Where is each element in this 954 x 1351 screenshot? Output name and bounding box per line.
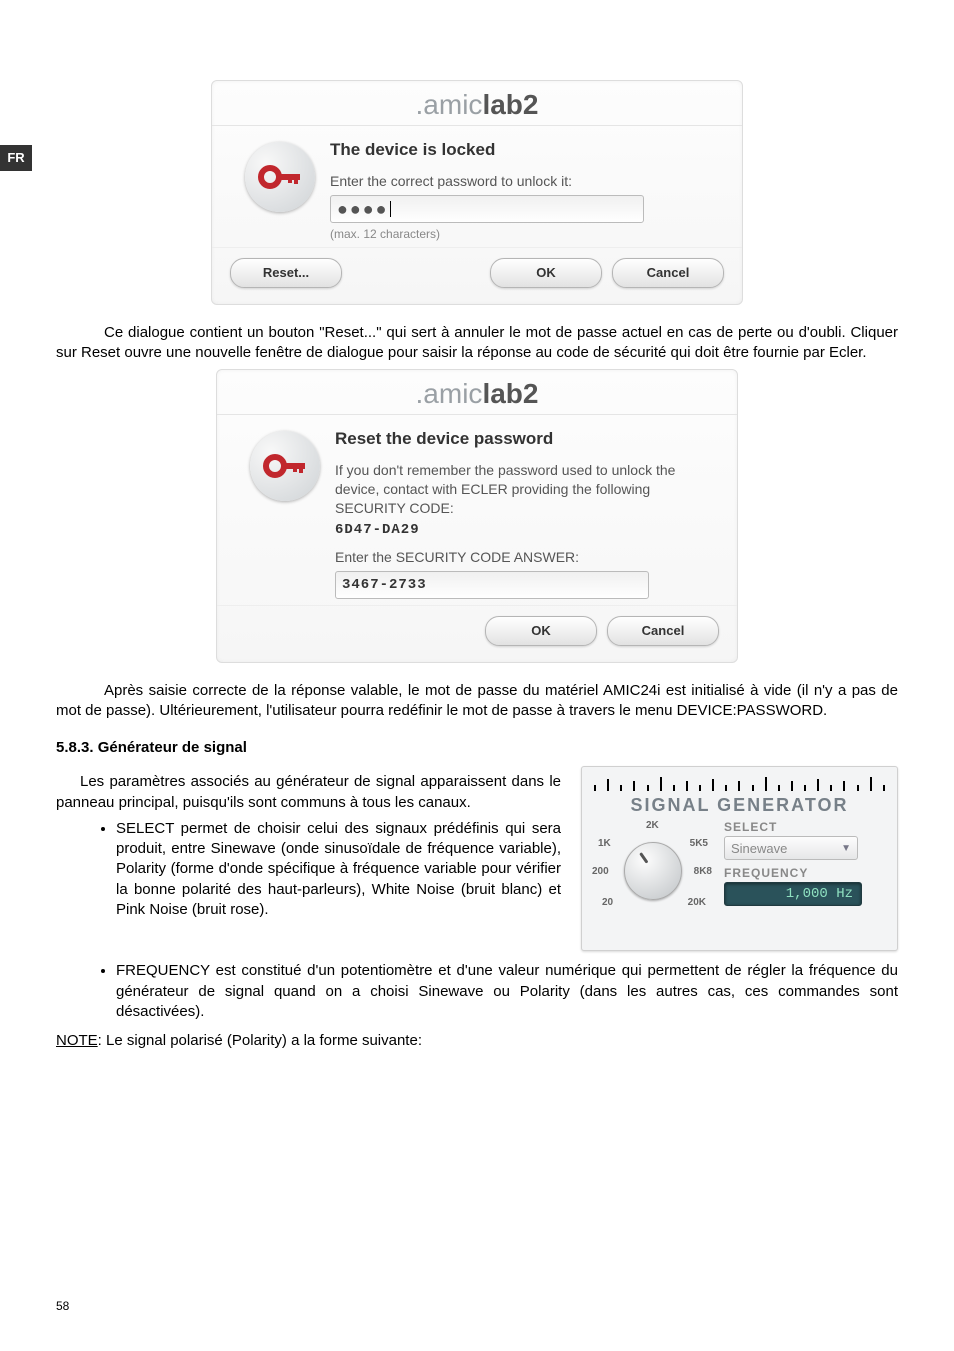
tick-5k5: 5K5	[690, 838, 708, 849]
dialog-text: If you don't remember the password used …	[335, 461, 719, 518]
select-label: SELECT	[724, 820, 887, 834]
ok-button[interactable]: OK	[485, 616, 597, 646]
signal-generator-panel: SIGNAL GENERATOR 2K 1K 5K5 200 8K8 20 20…	[581, 766, 898, 951]
password-value: ●●●●	[337, 200, 389, 218]
tick-200: 200	[592, 866, 609, 877]
note-text: : Le signal polarisé (Polarity) a la for…	[98, 1032, 422, 1049]
brand-bold: lab2	[482, 89, 538, 120]
cancel-button[interactable]: Cancel	[607, 616, 719, 646]
bullet-select: SELECT permet de choisir celui des signa…	[116, 819, 561, 920]
tick-20: 20	[602, 897, 613, 908]
select-value: Sinewave	[731, 841, 787, 856]
tick-2k: 2K	[646, 820, 659, 831]
password-input[interactable]: ●●●●	[330, 195, 644, 223]
cancel-button[interactable]: Cancel	[612, 258, 724, 288]
paragraph-2: Après saisie correcte de la réponse vala…	[56, 681, 898, 722]
signal-select[interactable]: Sinewave ▼	[724, 836, 858, 860]
dialog-prompt: Enter the correct password to unlock it:	[330, 172, 724, 191]
reset-password-dialog: .amiclab2 Reset the device password If y…	[216, 369, 738, 663]
panel-title: SIGNAL GENERATOR	[592, 795, 887, 816]
frequency-display[interactable]: 1,000 Hz	[724, 882, 862, 906]
key-icon	[245, 142, 315, 212]
tick-8k8: 8K8	[694, 866, 712, 877]
dialog-heading: Reset the device password	[335, 429, 719, 449]
ok-button[interactable]: OK	[490, 258, 602, 288]
security-code-value: 6D47-DA29	[335, 522, 719, 538]
paragraph-3: Les paramètres associés au générateur de…	[56, 772, 561, 813]
section-heading: 5.8.3. Générateur de signal	[56, 739, 898, 756]
note-label: NOTE	[56, 1032, 98, 1049]
frequency-knob[interactable]	[624, 842, 682, 900]
paragraph-1: Ce dialogue contient un bouton "Reset...…	[56, 323, 898, 364]
password-hint: (max. 12 characters)	[330, 227, 724, 241]
tick-20k: 20K	[688, 897, 706, 908]
dialog-brand: .amiclab2	[212, 81, 742, 126]
dialog-heading: The device is locked	[330, 140, 724, 160]
note-line: NOTE: Le signal polarisé (Polarity) a la…	[56, 1032, 898, 1049]
frequency-label: FREQUENCY	[724, 866, 887, 880]
unlock-dialog: .amiclab2 The device is locked Enter the…	[211, 80, 743, 305]
scale-ruler	[592, 773, 887, 791]
chevron-down-icon: ▼	[841, 843, 851, 854]
dialog-brand: .amiclab2	[217, 370, 737, 415]
reset-button[interactable]: Reset...	[230, 258, 342, 288]
answer-label: Enter the SECURITY CODE ANSWER:	[335, 548, 719, 567]
page-number: 58	[56, 1299, 69, 1313]
tick-1k: 1K	[598, 838, 611, 849]
bullet-frequency: FREQUENCY est constitué d'un potentiomèt…	[116, 961, 898, 1022]
security-answer-input[interactable]: 3467-2733	[335, 571, 649, 599]
frequency-knob-area: 2K 1K 5K5 200 8K8 20 20K	[592, 820, 712, 924]
key-icon	[250, 431, 320, 501]
brand-bold: lab2	[482, 378, 538, 409]
security-answer-value: 3467-2733	[342, 577, 427, 593]
brand-prefix: .amic	[416, 89, 483, 120]
brand-prefix: .amic	[416, 378, 483, 409]
panel-footer	[592, 930, 887, 940]
language-badge: FR	[0, 145, 32, 171]
